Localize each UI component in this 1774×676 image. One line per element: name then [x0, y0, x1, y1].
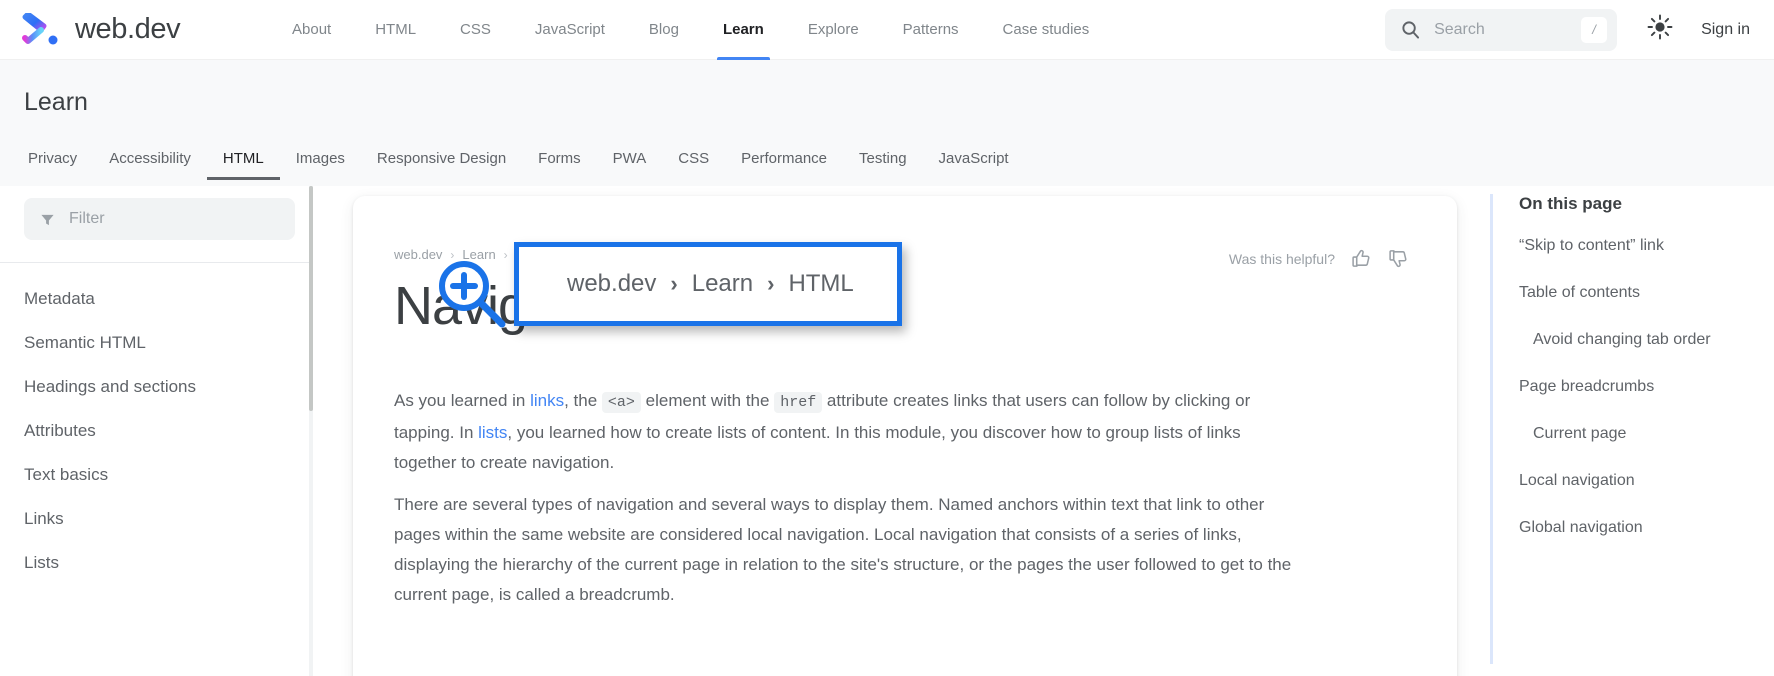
filter-container [0, 186, 313, 240]
thumbs-up-icon[interactable] [1351, 248, 1372, 269]
sidebar-item-links[interactable]: Links [0, 497, 313, 541]
nav-item-about[interactable]: About [270, 0, 353, 60]
header-actions: / [1385, 9, 1774, 51]
sidebar-item-attributes[interactable]: Attributes [0, 409, 313, 453]
toc-item-avoid-changing-tab-order[interactable]: Avoid changing tab order [1519, 328, 1768, 352]
toc-item-page-breadcrumbs[interactable]: Page breadcrumbs [1519, 375, 1768, 399]
para1-part1: As you learned in [394, 391, 530, 410]
link-lists[interactable]: lists [478, 423, 507, 442]
tab-privacy[interactable]: Privacy [12, 136, 93, 180]
toc-accent-rule [1490, 194, 1493, 664]
search-icon [1401, 20, 1420, 39]
sidebar-item-lists[interactable]: Lists [0, 541, 313, 585]
funnel-icon [40, 212, 55, 227]
tab-javascript[interactable]: JavaScript [923, 136, 1025, 180]
callout-breadcrumb-html: HTML [788, 270, 853, 298]
webdev-learn-html-page: web.dev About HTML CSS JavaScript Blog L… [0, 0, 1774, 676]
nav-item-javascript[interactable]: JavaScript [513, 0, 627, 60]
on-this-page-sidebar: On this page “Skip to content” link Tabl… [1490, 186, 1774, 676]
webdev-logo-icon [22, 13, 62, 47]
toc-item-current-page[interactable]: Current page [1519, 422, 1768, 446]
section-subheader: Learn Privacy Accessibility HTML Images … [0, 60, 1774, 186]
toc-item-skip-to-content-link[interactable]: “Skip to content” link [1519, 234, 1768, 258]
feedback-widget: Was this helpful? [1229, 248, 1409, 269]
filter-input[interactable] [69, 210, 279, 228]
para1-part5: , you learned how to create lists of con… [394, 423, 1241, 472]
sidebar-item-metadata[interactable]: Metadata [0, 277, 313, 321]
section-title: Learn [24, 88, 88, 117]
tab-forms[interactable]: Forms [522, 136, 597, 180]
search-input[interactable] [1434, 21, 1567, 39]
code-anchor-element: <a> [602, 392, 641, 413]
tab-responsive-design[interactable]: Responsive Design [361, 136, 522, 180]
callout-chevron-right-icon: › [767, 271, 774, 297]
nav-item-explore[interactable]: Explore [786, 0, 881, 60]
nav-item-css[interactable]: CSS [438, 0, 513, 60]
para1-part2: , the [564, 391, 602, 410]
code-href-attribute: href [774, 392, 822, 413]
sidebar-item-semantic-html[interactable]: Semantic HTML [0, 321, 313, 365]
tab-accessibility[interactable]: Accessibility [93, 136, 207, 180]
callout-chevron-right-icon: › [670, 271, 677, 297]
tab-performance[interactable]: Performance [725, 136, 843, 180]
toc-item-global-navigation[interactable]: Global navigation [1519, 516, 1768, 540]
nav-item-html[interactable]: HTML [353, 0, 438, 60]
search-shortcut-key: / [1581, 17, 1607, 43]
sidebar-nav-list: Metadata Semantic HTML Headings and sect… [0, 263, 313, 585]
tab-html[interactable]: HTML [207, 136, 280, 180]
nav-item-patterns[interactable]: Patterns [881, 0, 981, 60]
tab-testing[interactable]: Testing [843, 136, 923, 180]
sun-icon [1647, 14, 1673, 45]
zoom-in-magnifier-icon [436, 258, 508, 330]
left-sidebar: Metadata Semantic HTML Headings and sect… [0, 186, 313, 676]
site-header: web.dev About HTML CSS JavaScript Blog L… [0, 0, 1774, 60]
toc-list: “Skip to content” link Table of contents… [1519, 234, 1768, 563]
nav-item-blog[interactable]: Blog [627, 0, 701, 60]
brand-logo-link[interactable]: web.dev [0, 13, 270, 47]
toc-title: On this page [1519, 194, 1622, 214]
callout-breadcrumb-learn: Learn [692, 270, 753, 298]
nav-item-case-studies[interactable]: Case studies [981, 0, 1112, 60]
intro-paragraph: As you learned in links, the <a> element… [394, 386, 1294, 478]
sidebar-scrollbar-thumb[interactable] [309, 186, 313, 411]
feedback-label: Was this helpful? [1229, 251, 1335, 267]
para1-part3: element with the [641, 391, 774, 410]
sign-in-button[interactable]: Sign in [1701, 21, 1750, 39]
primary-navigation: About HTML CSS JavaScript Blog Learn Exp… [270, 0, 1385, 60]
toc-item-local-navigation[interactable]: Local navigation [1519, 469, 1768, 493]
breadcrumb-zoom-callout: web.dev › Learn › HTML [514, 242, 902, 326]
tab-css[interactable]: CSS [662, 136, 725, 180]
navigation-types-paragraph: There are several types of navigation an… [394, 490, 1294, 610]
filter-box[interactable] [24, 198, 295, 240]
theme-toggle-button[interactable] [1643, 13, 1677, 47]
section-tabs: Privacy Accessibility HTML Images Respon… [12, 136, 1774, 186]
search-box[interactable]: / [1385, 9, 1617, 51]
callout-breadcrumb-webdev: web.dev [567, 270, 656, 298]
sidebar-item-headings-and-sections[interactable]: Headings and sections [0, 365, 313, 409]
tab-pwa[interactable]: PWA [597, 136, 663, 180]
link-links[interactable]: links [530, 391, 564, 410]
sidebar-item-text-basics[interactable]: Text basics [0, 453, 313, 497]
toc-item-table-of-contents[interactable]: Table of contents [1519, 281, 1768, 305]
brand-name-text: web.dev [75, 13, 180, 46]
thumbs-down-icon[interactable] [1388, 248, 1409, 269]
tab-images[interactable]: Images [280, 136, 361, 180]
nav-item-learn[interactable]: Learn [701, 0, 786, 60]
